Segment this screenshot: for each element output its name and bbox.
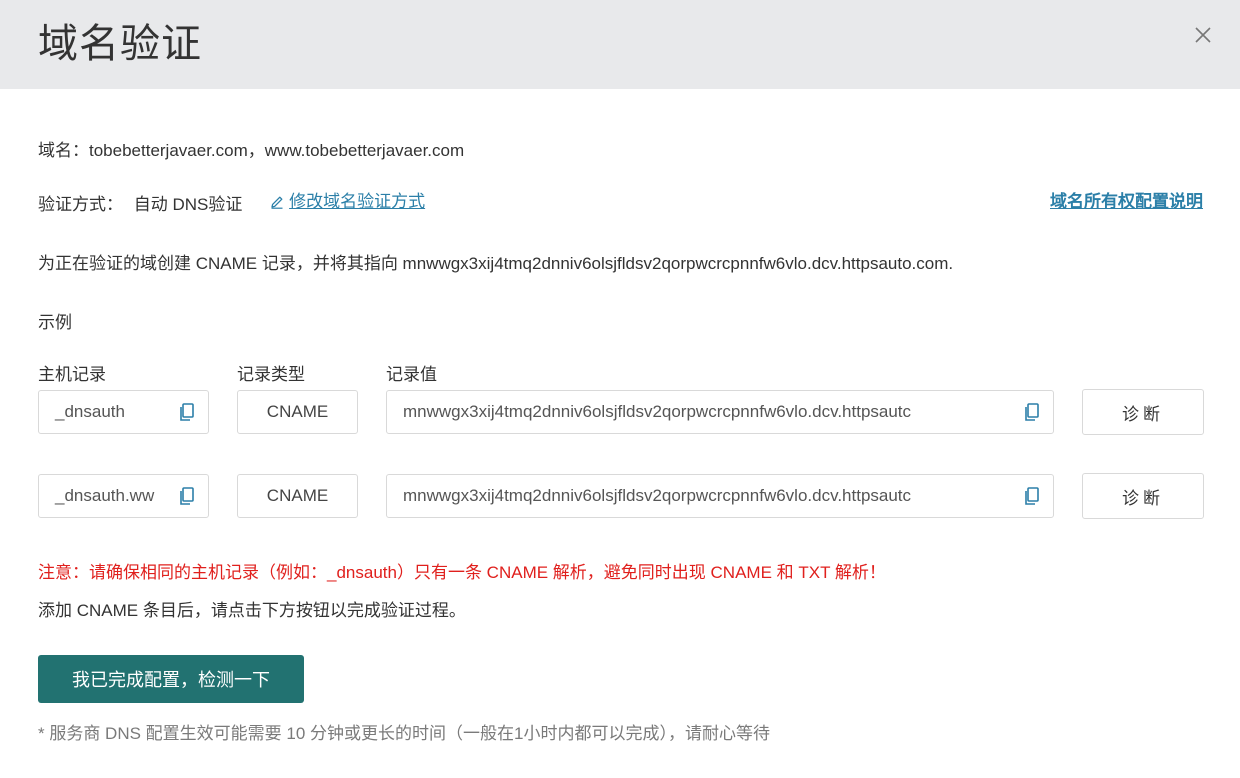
method-value: 自动 DNS验证: [133, 195, 243, 214]
method-label: 验证方式：: [38, 195, 123, 214]
footnote: * 服务商 DNS 配置生效可能需要 10 分钟或更长的时间（一般在1小时内都可…: [38, 724, 770, 743]
after-instruction: 添加 CNAME 条目后，请点击下方按钮以完成验证过程。: [38, 601, 466, 620]
type-field[interactable]: CNAME: [237, 474, 358, 518]
type-value: CNAME: [266, 486, 329, 505]
host-value: _dnsauth.ww: [55, 486, 155, 505]
record-value: mnwwgx3xij4tmq2dnniv6olsjfldsv2qorpwcrcp…: [403, 402, 912, 421]
warning-text: 注意：请确保相同的主机记录（例如：_dnsauth）只有一条 CNAME 解析，…: [38, 563, 886, 582]
record-value: mnwwgx3xij4tmq2dnniv6olsjfldsv2qorpwcrcp…: [403, 486, 912, 505]
type-value: CNAME: [266, 402, 329, 421]
dialog-header: 域名验证: [0, 0, 1240, 89]
edit-icon: [271, 196, 283, 209]
value-field[interactable]: mnwwgx3xij4tmq2dnniv6olsjfldsv2qorpwcrcp…: [386, 390, 1054, 434]
diagnose-button[interactable]: 诊断: [1082, 473, 1204, 519]
host-field[interactable]: _dnsauth.ww: [38, 474, 209, 518]
domain-line: 域名：tobebetterjavaer.com，www.tobebetterja…: [38, 141, 465, 160]
instruction-text: 为正在验证的域创建 CNAME 记录，并将其指向 mnwwgx3xij4tmq2…: [38, 254, 954, 273]
diagnose-button[interactable]: 诊断: [1082, 389, 1204, 435]
example-label: 示例: [38, 313, 72, 332]
close-icon: [1195, 27, 1211, 43]
type-field[interactable]: CNAME: [237, 390, 358, 434]
ownership-help-link[interactable]: 域名所有权配置说明: [1050, 190, 1203, 214]
host-value: _dnsauth: [55, 402, 125, 421]
close-button[interactable]: [1188, 20, 1218, 50]
modify-method-link[interactable]: 修改域名验证方式: [269, 190, 425, 214]
host-field[interactable]: _dnsauth: [38, 390, 209, 434]
dialog-title: 域名验证: [38, 22, 202, 66]
column-host: 主机记录: [38, 365, 106, 384]
column-type: 记录类型: [237, 365, 305, 384]
value-field[interactable]: mnwwgx3xij4tmq2dnniv6olsjfldsv2qorpwcrcp…: [386, 474, 1054, 518]
verification-method-row: 验证方式： 自动 DNS验证 修改域名验证方式: [38, 190, 425, 217]
copy-icon[interactable]: [1023, 402, 1041, 422]
copy-icon[interactable]: [178, 486, 196, 506]
column-value: 记录值: [386, 365, 437, 384]
modify-method-label: 修改域名验证方式: [289, 192, 426, 211]
copy-icon[interactable]: [1023, 486, 1041, 506]
check-config-button[interactable]: 我已完成配置，检测一下: [38, 655, 304, 703]
copy-icon[interactable]: [178, 402, 196, 422]
